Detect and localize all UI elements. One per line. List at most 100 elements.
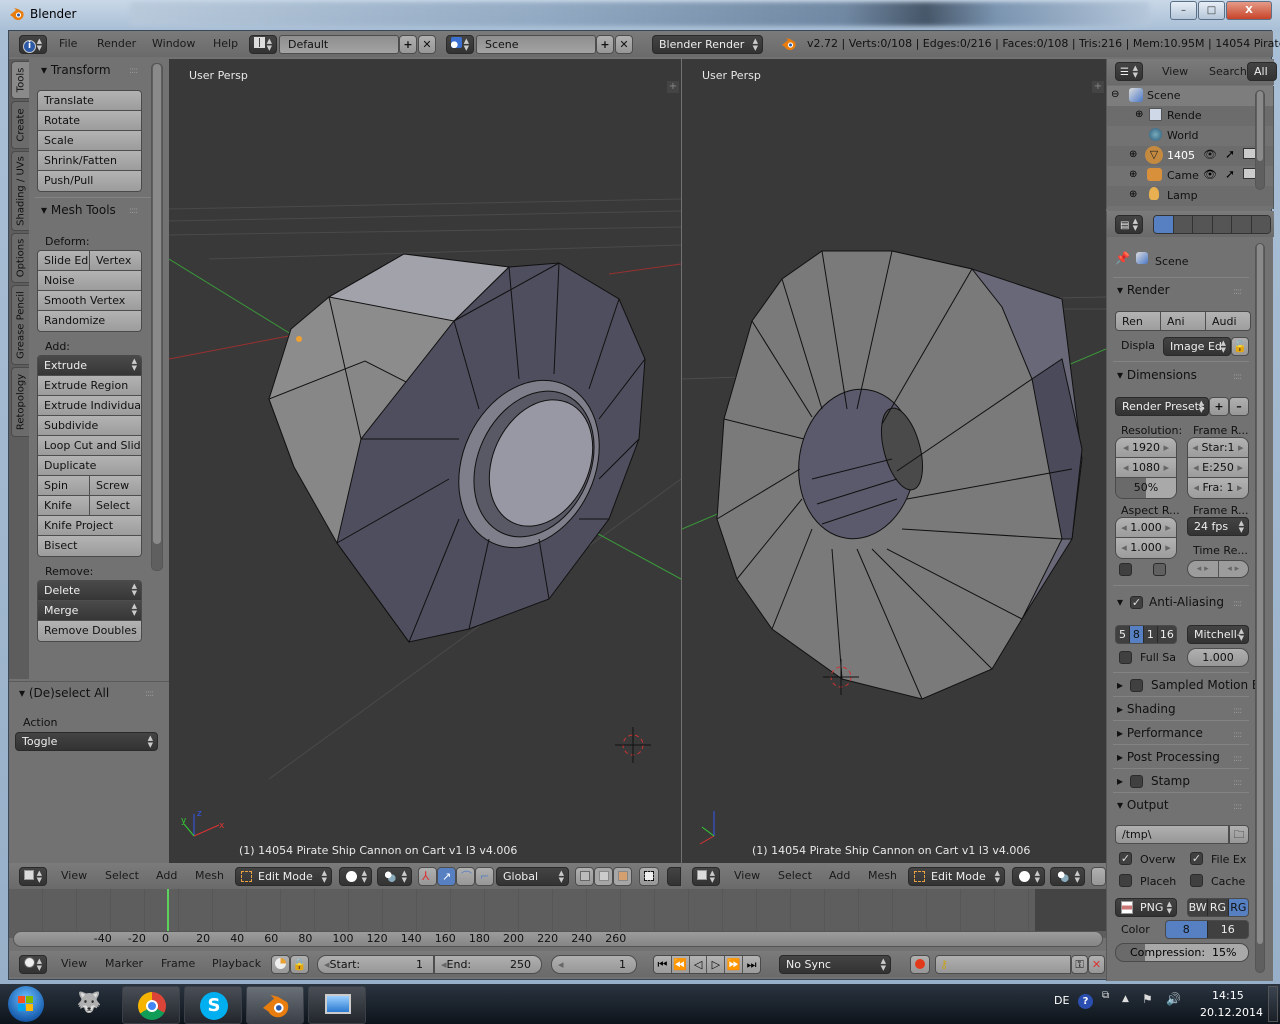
add-region-icon[interactable]: + — [667, 81, 679, 93]
aa-sample-11[interactable]: 1 — [1144, 626, 1158, 643]
slide-vertex-button[interactable]: Vertex — [90, 251, 141, 270]
compression-slider[interactable]: Compression: 15% — [1115, 943, 1249, 962]
show-desktop-button[interactable] — [1268, 986, 1278, 1022]
file-browser-icon[interactable]: 🗀 — [1229, 825, 1249, 844]
jump-keyframe-back-icon[interactable]: ⏪ — [672, 956, 690, 973]
maximize-button[interactable]: □ — [1198, 1, 1225, 20]
editor-type-timeline-button[interactable]: ▲ ▼ — [19, 955, 47, 974]
render-still-button[interactable]: Ren — [1116, 312, 1161, 330]
smooth-vertex-button[interactable]: Smooth Vertex — [38, 291, 141, 311]
aspect-y-field[interactable]: ◂ 1.000 ▸ — [1116, 538, 1176, 558]
timeline-menu-view[interactable]: View — [61, 957, 87, 970]
overwrite-checkbox[interactable]: ✓ — [1119, 852, 1132, 865]
drag-grip-icon[interactable]: :::: — [1233, 287, 1242, 297]
menu-add[interactable]: Add — [156, 869, 177, 882]
outliner-vscrollbar[interactable] — [1255, 90, 1265, 190]
depth-8-button[interactable]: 8 — [1166, 921, 1208, 938]
aa-filter-dropdown[interactable]: Mitchell- ▲ ▼ — [1187, 625, 1249, 644]
action-dropdown[interactable]: Toggle ▲ ▼ — [15, 732, 158, 751]
manipulator-toggle[interactable]: ⅄ — [418, 867, 437, 886]
proportional-edit-toggle[interactable] — [667, 867, 681, 886]
time-remap-new-field[interactable]: ◂ ▸ — [1219, 561, 1249, 577]
remote-desktop-taskbar-button[interactable] — [308, 986, 366, 1024]
tab-grease-pencil[interactable]: Grease Pencil — [11, 285, 29, 365]
aa-sample-16[interactable]: 16 — [1158, 626, 1176, 643]
time-remap-old-field[interactable]: ◂ ▸ — [1188, 561, 1219, 577]
sampled-motion-blur-panel-header[interactable]: ▸ — [1117, 678, 1123, 692]
post-processing-panel-header[interactable]: ▸ Post Processing — [1117, 750, 1220, 764]
frame-end-field[interactable]: ◂ E:250 ▸ — [1188, 458, 1248, 478]
noise-button[interactable]: Noise — [38, 271, 141, 291]
delete-layout-button[interactable]: ✕ — [418, 35, 436, 54]
editor-type-properties-button[interactable]: ▤ ▲ ▼ — [1115, 215, 1143, 234]
aa-sample-8[interactable]: 8 — [1129, 626, 1144, 643]
file-format-dropdown[interactable]: PNG ▲ ▼ — [1115, 898, 1177, 917]
clock-time[interactable]: 14:15 — [1212, 989, 1244, 1002]
resolution-percentage-slider[interactable]: 50% — [1116, 478, 1176, 498]
end-frame-field[interactable]: ◂End: 250 — [434, 955, 542, 974]
drag-grip-icon[interactable]: :::: — [1233, 730, 1242, 740]
jump-keyframe-forward-icon[interactable]: ⏩ — [725, 956, 744, 973]
depth-16-button[interactable]: 16 — [1208, 921, 1249, 938]
outliner-item-world[interactable]: World — [1167, 129, 1199, 142]
editor-type-3d-button[interactable]: ▲ ▼ — [19, 867, 47, 886]
outliner-item-lamp[interactable]: Lamp — [1167, 189, 1198, 202]
volume-icon[interactable]: 🔊 — [1166, 992, 1181, 1006]
resolution-x-field[interactable]: ◂ 1920 ▸ — [1116, 438, 1176, 458]
visibility-eye-icon[interactable]: 👁 — [1203, 168, 1217, 181]
outliner-item-scene[interactable]: Scene — [1147, 89, 1181, 102]
tab-retopology[interactable]: Retopology — [11, 367, 29, 437]
translate-button[interactable]: Translate — [38, 91, 141, 111]
drag-grip-icon[interactable]: :::: — [1233, 706, 1242, 716]
extrude-menu[interactable]: Extrude ▲ ▼ — [38, 356, 141, 376]
play-icon[interactable]: ▷ — [707, 956, 726, 973]
object-context-tab[interactable] — [1231, 216, 1251, 233]
tab-create[interactable]: Create — [11, 101, 29, 149]
performance-panel-header[interactable]: ▸ Performance — [1117, 726, 1203, 740]
minimize-button[interactable]: – — [1170, 1, 1197, 20]
anti-aliasing-checkbox[interactable]: ✓ — [1130, 596, 1143, 609]
slide-edge-button[interactable]: Slide Ed — [38, 251, 90, 270]
expand-icon[interactable]: ⊕ — [1135, 109, 1143, 120]
output-path-field[interactable]: /tmp\ — [1115, 825, 1229, 844]
border-checkbox[interactable] — [1119, 563, 1132, 576]
merge-menu[interactable]: Merge ▲ ▼ — [38, 601, 141, 621]
timeline-menu-marker[interactable]: Marker — [105, 957, 143, 970]
menu-window[interactable]: Window — [152, 37, 195, 50]
add-layout-button[interactable]: + — [399, 35, 417, 54]
subdivide-button[interactable]: Subdivide — [38, 416, 141, 436]
remove-doubles-button[interactable]: Remove Doubles — [38, 621, 141, 641]
output-panel-header[interactable]: ▾ Output — [1117, 798, 1169, 812]
viewport-shading-selector[interactable]: ▲ ▼ — [1012, 867, 1045, 886]
drag-grip-icon[interactable]: :::: — [1233, 599, 1242, 609]
clock-date[interactable]: 20.12.2014 — [1200, 1006, 1263, 1019]
collapse-icon[interactable]: ⊖ — [1111, 89, 1119, 100]
drag-grip-icon[interactable]: :::: — [1233, 754, 1242, 764]
limit-selection-toggle[interactable] — [639, 867, 659, 886]
keying-set-field[interactable]: ⚷ — [935, 955, 1071, 974]
delete-menu[interactable]: Delete ▲ ▼ — [38, 581, 141, 601]
play-reverse-icon[interactable]: ◁ — [690, 956, 708, 973]
scale-button[interactable]: Scale — [38, 131, 141, 151]
extrude-region-button[interactable]: Extrude Region — [38, 376, 141, 396]
menu-help[interactable]: Help — [213, 37, 238, 50]
drag-grip-icon[interactable]: :::: — [1233, 802, 1242, 812]
loop-cut-button[interactable]: Loop Cut and Slide — [38, 436, 141, 456]
drag-grip-icon[interactable]: :::: — [145, 689, 154, 699]
render-audio-button[interactable]: Audi — [1206, 312, 1250, 330]
menu-mesh[interactable]: Mesh — [195, 869, 224, 882]
menu-file[interactable]: File — [59, 37, 77, 50]
language-indicator[interactable]: DE — [1054, 994, 1069, 1007]
outliner-item-mesh[interactable]: 1405 — [1167, 149, 1195, 162]
tab-options[interactable]: Options — [11, 233, 29, 283]
edge-select-mode[interactable] — [594, 867, 613, 886]
menu-add[interactable]: Add — [829, 869, 850, 882]
crop-checkbox[interactable] — [1153, 563, 1166, 576]
menu-select[interactable]: Select — [105, 869, 139, 882]
file-extensions-checkbox[interactable]: ✓ — [1190, 852, 1203, 865]
render-panel-header[interactable]: ▾ Render — [1117, 283, 1170, 297]
bisect-button[interactable]: Bisect — [38, 536, 141, 556]
outliner-filter-select[interactable]: All — [1247, 62, 1277, 81]
face-select-mode[interactable] — [613, 867, 632, 886]
transform-panel-header[interactable]: ▾ Transform — [41, 63, 111, 77]
